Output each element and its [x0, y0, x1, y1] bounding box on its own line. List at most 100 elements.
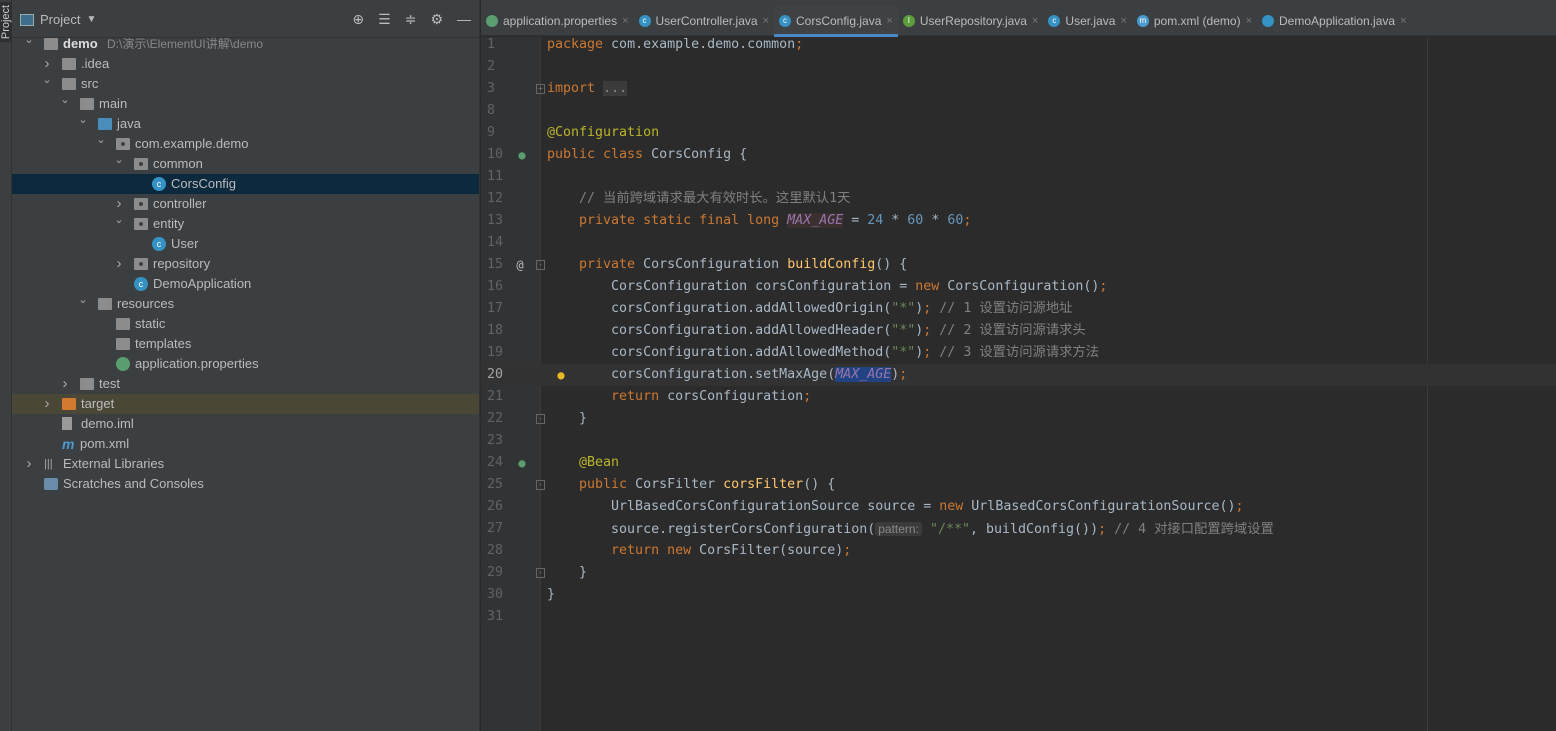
fold-expand-icon[interactable]: +	[536, 84, 545, 94]
chevron-right-icon[interactable]: ›	[113, 254, 125, 274]
tab-user-java[interactable]: c User.java ×	[1043, 6, 1131, 36]
tree-item-external-libraries[interactable]: › ||| External Libraries	[12, 454, 479, 474]
chevron-down-icon[interactable]: ⌄	[77, 290, 89, 310]
code-line[interactable]: 25 - public CorsFilter corsFilter() {	[481, 474, 1556, 496]
maven-icon: m	[62, 436, 75, 452]
code-token: MAX_AGE	[835, 367, 892, 382]
code-line[interactable]: 24 ● @Bean	[481, 452, 1556, 474]
code-line[interactable]: 28 return new CorsFilter(source);	[481, 540, 1556, 562]
chevron-right-icon[interactable]: ›	[23, 454, 35, 474]
tree-item-demo-iml[interactable]: demo.iml	[12, 414, 479, 434]
chevron-down-icon[interactable]: ⌄	[113, 150, 125, 170]
tree-item-controller[interactable]: › controller	[12, 194, 479, 214]
tab-userrepository-java[interactable]: I UserRepository.java ×	[898, 6, 1044, 36]
tree-item-src[interactable]: ⌄ src	[12, 74, 479, 94]
close-icon[interactable]: ×	[1246, 15, 1252, 27]
tree-item-user[interactable]: c User	[12, 234, 479, 254]
chevron-down-icon[interactable]: ⌄	[23, 30, 35, 50]
code-editor[interactable]: 1 package com.example.demo.common; 2 3 + impo…	[481, 37, 1556, 731]
code-line[interactable]: 21 return corsConfiguration;	[481, 386, 1556, 408]
code-line[interactable]: 14	[481, 232, 1556, 254]
locate-icon[interactable]: ⊕	[352, 11, 364, 28]
code-line[interactable]: 20 ● corsConfiguration.setMaxAge(MAX_AGE)…	[481, 364, 1556, 386]
code-token: 24	[867, 213, 884, 228]
code-line[interactable]: 19 corsConfiguration.addAllowedMethod("*…	[481, 342, 1556, 364]
tree-item-common[interactable]: ⌄ common	[12, 154, 479, 174]
close-icon[interactable]: ×	[1400, 15, 1406, 27]
spring-bean-icon[interactable]: ●	[515, 148, 529, 162]
expand-all-icon[interactable]: ☰	[378, 11, 391, 28]
code-line[interactable]: 9 @Configuration	[481, 122, 1556, 144]
close-icon[interactable]: ×	[886, 15, 892, 27]
code-line[interactable]: 3 + import ...	[481, 78, 1556, 100]
tree-item-resources[interactable]: ⌄ resources	[12, 294, 479, 314]
code-line[interactable]: 13 private static final long MAX_AGE = 2…	[481, 210, 1556, 232]
code-text: return corsConfiguration;	[547, 386, 811, 408]
close-icon[interactable]: ×	[622, 15, 628, 27]
collapse-all-icon[interactable]: ≑	[405, 11, 417, 28]
fold-collapse-icon[interactable]: -	[536, 414, 545, 424]
code-line[interactable]: 18 corsConfiguration.addAllowedHeader("*…	[481, 320, 1556, 342]
tree-item-target[interactable]: › target	[12, 394, 479, 414]
tree-item-com-example-demo[interactable]: ⌄ com.example.demo	[12, 134, 479, 154]
code-line[interactable]: 30}	[481, 584, 1556, 606]
code-line[interactable]: 2	[481, 56, 1556, 78]
chevron-down-icon[interactable]: ⌄	[77, 110, 89, 130]
tab-demoapplication-java[interactable]: DemoApplication.java ×	[1257, 6, 1412, 36]
code-line[interactable]: 17 corsConfiguration.addAllowedOrigin("*…	[481, 298, 1556, 320]
tree-item--idea[interactable]: › .idea	[12, 54, 479, 74]
code-line[interactable]: 15 @ - private CorsConfiguration buildConf…	[481, 254, 1556, 276]
chevron-right-icon[interactable]: ›	[41, 394, 53, 414]
chevron-down-icon[interactable]: ⌄	[95, 130, 107, 150]
close-icon[interactable]: ×	[1032, 15, 1038, 27]
fold-collapse-icon[interactable]: -	[536, 260, 545, 270]
fold-collapse-icon[interactable]: -	[536, 568, 545, 578]
code-line[interactable]: 22 - }	[481, 408, 1556, 430]
tree-item-java[interactable]: ⌄ java	[12, 114, 479, 134]
spring-bean-icon[interactable]: ●	[515, 456, 529, 470]
tab-label: pom.xml (demo)	[1153, 14, 1241, 28]
hide-icon[interactable]: —	[457, 11, 471, 28]
code-line[interactable]: 8	[481, 100, 1556, 122]
code-token: new	[939, 499, 972, 514]
close-icon[interactable]: ×	[1120, 15, 1126, 27]
tab-corsconfig-java[interactable]: c CorsConfig.java ×	[774, 6, 898, 37]
tree-item-static[interactable]: static	[12, 314, 479, 334]
tab-usercontroller-java[interactable]: c UserController.java ×	[634, 6, 774, 36]
project-view-selector[interactable]: Project	[40, 12, 80, 27]
tree-item-pom-xml[interactable]: m pom.xml	[12, 434, 479, 454]
tree-item-corsconfig[interactable]: c CorsConfig	[12, 174, 479, 194]
code-line[interactable]: 29 - }	[481, 562, 1556, 584]
gear-icon[interactable]: ⚙	[430, 11, 443, 28]
code-line[interactable]: 23	[481, 430, 1556, 452]
chevron-down-icon[interactable]: ⌄	[113, 210, 125, 230]
line-number: 22	[487, 411, 504, 426]
code-line[interactable]: 27 source.registerCorsConfiguration(patt…	[481, 518, 1556, 540]
at-icon[interactable]: @	[513, 258, 527, 272]
chevron-down-icon[interactable]: ⌄	[41, 70, 53, 90]
tab-application-properties[interactable]: application.properties ×	[481, 6, 634, 36]
project-tool-button[interactable]: Project	[0, 1, 13, 43]
tree-item-scratches-and-consoles[interactable]: Scratches and Consoles	[12, 474, 479, 494]
close-icon[interactable]: ×	[763, 15, 769, 27]
tree-item-demo[interactable]: ⌄ demo D:\演示\ElementUI讲解\demo	[12, 34, 479, 54]
tree-item-test[interactable]: › test	[12, 374, 479, 394]
tree-item-repository[interactable]: › repository	[12, 254, 479, 274]
chevron-down-icon[interactable]: ▼	[86, 14, 96, 25]
code-line[interactable]: 11	[481, 166, 1556, 188]
code-line[interactable]: 1 package com.example.demo.common;	[481, 34, 1556, 56]
fold-collapse-icon[interactable]: -	[536, 480, 545, 490]
code-line[interactable]: 16 CorsConfiguration corsConfiguration =…	[481, 276, 1556, 298]
code-token: ;	[843, 543, 852, 558]
tree-item-application-properties[interactable]: application.properties	[12, 354, 479, 374]
code-line[interactable]: 12 // 当前跨域请求最大有效时长。这里默认1天	[481, 188, 1556, 210]
chevron-right-icon[interactable]: ›	[59, 374, 71, 394]
code-line[interactable]: 10 ● public class CorsConfig {	[481, 144, 1556, 166]
chevron-down-icon[interactable]: ⌄	[59, 90, 71, 110]
tree-item-templates[interactable]: templates	[12, 334, 479, 354]
tab-pom-xml-demo-[interactable]: m pom.xml (demo) ×	[1132, 6, 1257, 36]
tree-item-entity[interactable]: ⌄ entity	[12, 214, 479, 234]
code-token: corsConfiguration.setMaxAge(	[547, 367, 836, 382]
code-line[interactable]: 26 UrlBasedCorsConfigurationSource sourc…	[481, 496, 1556, 518]
code-line[interactable]: 31	[481, 606, 1556, 628]
